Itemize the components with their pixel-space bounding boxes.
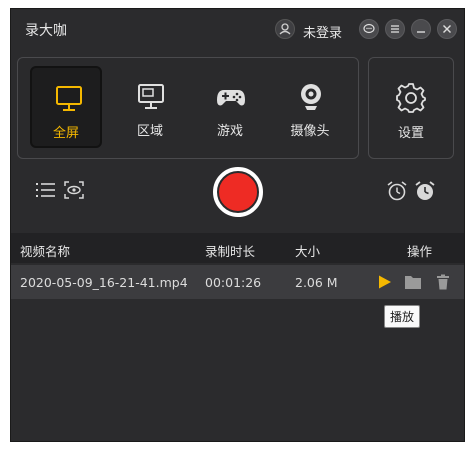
close-icon[interactable] <box>437 19 457 39</box>
mode-fullscreen[interactable]: 全屏 <box>30 66 102 148</box>
app-title: 录大咖 <box>25 23 67 39</box>
mode-label: 全屏 <box>52 126 79 141</box>
trash-icon[interactable] <box>436 274 450 290</box>
mode-label: 摄像头 <box>290 124 330 139</box>
preview-eye-icon[interactable] <box>64 181 84 199</box>
login-status[interactable]: 未登录 <box>303 22 342 41</box>
alarm-clock-icon[interactable] <box>386 180 408 202</box>
file-size: 2.06 M <box>295 275 338 290</box>
settings-button[interactable]: 设置 <box>368 57 454 159</box>
chat-icon[interactable] <box>359 19 379 39</box>
mode-game[interactable]: 游戏 <box>194 66 266 148</box>
user-avatar-icon[interactable] <box>275 19 295 39</box>
mode-label: 区域 <box>136 124 163 139</box>
table-header: 视频名称 录制时长 大小 操作 <box>11 233 464 263</box>
webcam-icon <box>301 84 321 110</box>
folder-icon[interactable] <box>404 274 422 290</box>
column-header-actions: 操作 <box>407 244 433 259</box>
gear-icon <box>396 83 426 113</box>
column-header-duration: 录制时长 <box>205 244 256 259</box>
column-header-name: 视频名称 <box>20 244 71 259</box>
region-icon <box>138 84 164 109</box>
mode-region[interactable]: 区域 <box>114 66 186 148</box>
file-name: 2020-05-09_16-21-41.mp4 <box>20 275 188 290</box>
settings-label: 设置 <box>397 126 424 141</box>
column-header-size: 大小 <box>295 244 321 259</box>
menu-icon[interactable] <box>385 19 405 39</box>
app-window: 录大咖 未登录 全屏 区域 游戏 摄像头 设置 视频名称 录制时长 大小 操作 … <box>10 8 465 442</box>
record-dot <box>217 171 259 213</box>
record-button[interactable] <box>213 167 263 217</box>
gamepad-icon <box>217 90 245 106</box>
mode-panel: 全屏 区域 游戏 摄像头 <box>17 57 359 159</box>
play-tooltip: 播放 <box>384 305 421 328</box>
play-icon[interactable] <box>377 274 393 290</box>
title-bar: 录大咖 未登录 <box>11 9 464 51</box>
mode-label: 游戏 <box>216 124 243 139</box>
file-duration: 00:01:26 <box>205 275 262 290</box>
mode-webcam[interactable]: 摄像头 <box>274 66 346 148</box>
list-icon[interactable] <box>35 181 57 199</box>
minimize-icon[interactable] <box>411 19 431 39</box>
timer-clock-icon[interactable] <box>414 180 436 202</box>
monitor-icon <box>56 86 82 111</box>
table-row[interactable]: 2020-05-09_16-21-41.mp4 00:01:26 2.06 M <box>11 265 464 299</box>
